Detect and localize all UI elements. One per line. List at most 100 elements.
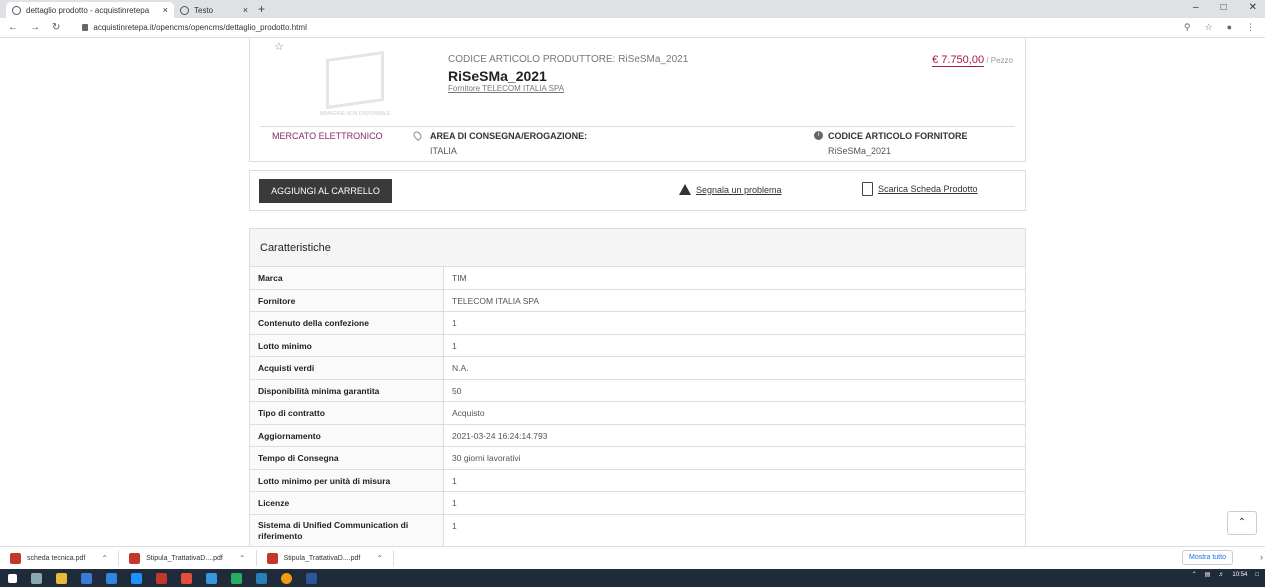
app-icon[interactable]: [156, 572, 167, 584]
pdf-file-icon: [266, 552, 278, 564]
bookmark-star-icon[interactable]: ☆: [1204, 22, 1212, 33]
tab-dettaglio-prodotto[interactable]: dettaglio prodotto - acquistinretepa ×: [6, 2, 174, 18]
show-all-button[interactable]: Mostra tutto: [1182, 550, 1233, 565]
warning-icon: [679, 184, 691, 195]
new-tab-button[interactable]: +: [258, 2, 265, 16]
supplier-code-title: CODICE ARTICOLO FORNITORE: [828, 131, 968, 141]
chrome-icon[interactable]: [281, 572, 292, 584]
spec-key: Marca: [250, 267, 444, 289]
product-card: ☆ IMMAGINE NON DISPONIBILE CODICE ARTICO…: [249, 38, 1026, 162]
mail-icon[interactable]: [131, 572, 142, 584]
add-to-cart-button[interactable]: AGGIUNGI AL CARRELLO: [259, 179, 392, 203]
pdf-file-icon: [10, 552, 21, 564]
supplier-code: i CODICE ARTICOLO FORNITORE RiSeSMa_2021: [814, 131, 968, 156]
spec-value: 2021-03-24 16:24:14.793: [452, 430, 548, 441]
report-problem-link[interactable]: Segnala un problema: [679, 184, 782, 195]
actions-bar: AGGIUNGI AL CARRELLO Segnala un problema…: [249, 170, 1026, 211]
task-view-icon[interactable]: [31, 572, 42, 584]
spec-key: Fornitore: [250, 289, 444, 311]
menu-icon[interactable]: ⋮: [1246, 22, 1255, 33]
url-text: acquistinretepa.it/opencms/opencms/detta…: [93, 23, 307, 32]
outlook-icon[interactable]: [106, 572, 117, 584]
report-problem-label: Segnala un problema: [696, 184, 782, 195]
word-icon[interactable]: [306, 572, 317, 584]
spec-value: TIM: [452, 273, 467, 283]
info-icon: i: [814, 131, 823, 140]
download-item[interactable]: Stipula_TrattativaD....pdf ⌃: [257, 550, 395, 566]
photos-icon[interactable]: [256, 572, 267, 584]
image-placeholder-icon: [326, 50, 384, 110]
spec-row: Tipo di contratto Acquisto: [250, 402, 1025, 425]
edge-icon[interactable]: [206, 572, 217, 584]
url-field[interactable]: acquistinretepa.it/opencms/opencms/detta…: [82, 23, 307, 32]
spec-key: Lotto minimo per unità di misura: [250, 469, 444, 491]
location-pin-icon: [411, 129, 424, 142]
spec-value: 50: [452, 385, 462, 396]
delivery-area-value: ITALIA: [430, 146, 457, 156]
spec-key: Tipo di contratto: [250, 402, 444, 424]
download-filename: Stipula_TrattativaD....pdf: [283, 554, 361, 562]
spec-row: Acquisti verdi N.A.: [250, 357, 1025, 380]
back-icon[interactable]: ←: [8, 22, 18, 33]
spec-value: TELECOM ITALIA SPA: [452, 295, 540, 306]
spec-row: Lotto minimo 1: [250, 334, 1025, 357]
close-icon[interactable]: ×: [243, 5, 248, 15]
spec-row: Contenuto della confezione 1: [250, 312, 1025, 335]
favorite-star-icon[interactable]: ☆: [274, 40, 284, 53]
chevron-up-icon[interactable]: ⌃: [1192, 571, 1197, 578]
product-price: € 7.750,00 / Pezzo: [932, 54, 1013, 67]
maximize-icon[interactable]: □: [1221, 2, 1227, 13]
supplier-code-value: RiSeSMa_2021: [828, 146, 892, 156]
scroll-to-top-button[interactable]: ⌃: [1227, 511, 1257, 535]
delivery-area-title: AREA DI CONSEGNA/EROGAZIONE:: [430, 131, 588, 141]
specs-title: Caratteristiche: [250, 229, 1025, 267]
spec-row: Licenze 1: [250, 492, 1025, 515]
download-item[interactable]: Stipula_TrattativaD....pdf ⌃: [119, 550, 257, 566]
store-icon[interactable]: [81, 572, 92, 584]
clock[interactable]: 10:54: [1232, 572, 1247, 578]
spec-row: Sistema di Unified Communication di rife…: [250, 514, 1025, 546]
minimize-icon[interactable]: –: [1193, 2, 1199, 13]
spec-key: Licenze: [250, 492, 444, 514]
excel-icon[interactable]: [231, 572, 242, 584]
spec-value: 1: [452, 318, 457, 328]
spec-key: Tempo di Consegna: [250, 447, 444, 469]
spec-key: Aggiornamento: [250, 424, 444, 446]
chevron-up-icon[interactable]: ⌃: [239, 554, 246, 563]
windows-start-icon[interactable]: [8, 573, 17, 583]
chevron-up-icon[interactable]: ⌃: [376, 554, 383, 563]
spec-value: Acquisto: [452, 408, 485, 418]
volume-icon[interactable]: ♬: [1218, 572, 1224, 578]
reload-icon[interactable]: ↻: [52, 22, 60, 33]
tab-testo[interactable]: Testo ×: [174, 2, 254, 18]
close-window-icon[interactable]: ✕: [1249, 2, 1257, 13]
forward-icon[interactable]: →: [30, 22, 40, 33]
download-sheet-link[interactable]: Scarica Scheda Prodotto: [862, 182, 978, 196]
file-explorer-icon[interactable]: [56, 572, 67, 584]
close-icon[interactable]: ›: [1260, 552, 1263, 562]
download-item[interactable]: scheda tecnica.pdf ⌃: [0, 550, 120, 566]
taskbar: ⌃ ▤ ♬ 10:54 □: [0, 569, 1265, 587]
spec-value: 1: [452, 475, 457, 486]
zoom-icon[interactable]: ⚲: [1184, 22, 1191, 33]
spec-value: N.A.: [452, 363, 469, 373]
profile-avatar[interactable]: ●: [1227, 22, 1232, 33]
chevron-up-icon[interactable]: ⌃: [101, 554, 108, 563]
lock-icon: [82, 24, 89, 31]
divider: [260, 126, 1015, 127]
spec-row: Marca TIM: [250, 267, 1025, 290]
download-filename: Stipula_TrattativaD....pdf: [146, 554, 223, 562]
window-controls: – □ ✕: [1193, 2, 1257, 13]
product-name: RiSeSMa_2021: [448, 68, 547, 84]
network-icon[interactable]: ▤: [1205, 571, 1211, 578]
tab-bar: dettaglio prodotto - acquistinretepa × T…: [0, 0, 1265, 18]
supplier-link[interactable]: Fornitore TELECOM ITALIA SPA: [448, 84, 564, 93]
globe-icon: [180, 5, 189, 15]
spec-row: Lotto minimo per unità di misura 1: [250, 469, 1025, 492]
close-icon[interactable]: ×: [163, 5, 168, 15]
notification-icon[interactable]: □: [1255, 572, 1259, 578]
spec-row: Aggiornamento 2021-03-24 16:24:14.793: [250, 424, 1025, 447]
spec-key: Disponibilità minima garantita: [250, 379, 444, 401]
acrobat-icon[interactable]: [181, 572, 192, 584]
producer-code: CODICE ARTICOLO PRODUTTORE: RiSeSMa_2021: [448, 54, 689, 65]
